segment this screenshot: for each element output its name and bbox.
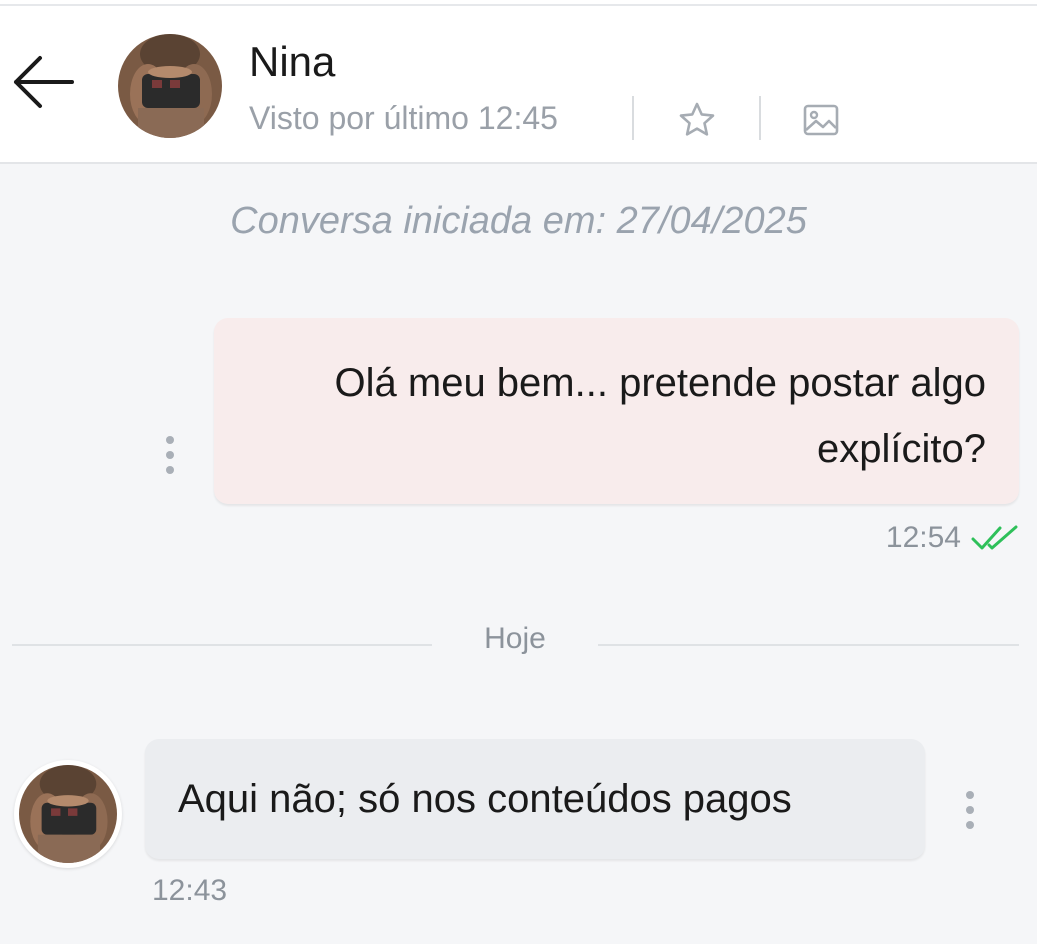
kebab-dot bbox=[966, 806, 974, 814]
favorite-button[interactable] bbox=[675, 98, 719, 142]
outgoing-message-bubble[interactable]: Olá meu bem... pretende postar algo expl… bbox=[214, 318, 1019, 504]
message-options-button[interactable] bbox=[955, 785, 985, 835]
incoming-message-bubble[interactable]: Aqui não; só nos conteúdos pagos bbox=[145, 739, 925, 859]
avatar-image bbox=[19, 765, 117, 863]
double-check-icon bbox=[971, 525, 1018, 550]
message-time: 12:43 bbox=[152, 874, 228, 907]
star-icon bbox=[679, 102, 715, 136]
outgoing-message-meta: 12:54 bbox=[886, 518, 1019, 558]
kebab-dot bbox=[966, 821, 974, 829]
day-separator-label: Hoje bbox=[484, 622, 546, 655]
chat-header: Nina Visto por último 12:45 bbox=[0, 6, 1037, 164]
message-options-button[interactable] bbox=[155, 430, 185, 480]
separator-line bbox=[12, 644, 432, 646]
header-divider bbox=[759, 96, 761, 140]
kebab-dot bbox=[166, 451, 174, 459]
kebab-dot bbox=[966, 791, 974, 799]
message-text: Aqui não; só nos conteúdos pagos bbox=[178, 776, 792, 821]
media-button[interactable] bbox=[799, 98, 843, 142]
separator-line bbox=[598, 644, 1019, 646]
contact-avatar[interactable] bbox=[118, 34, 222, 138]
message-time: 12:54 bbox=[885, 521, 961, 554]
conversation-start-label: Conversa iniciada em: 27/04/2025 bbox=[230, 200, 807, 242]
last-seen-status: Visto por último 12:45 bbox=[249, 100, 558, 136]
back-button[interactable] bbox=[8, 50, 78, 114]
arrow-left-icon bbox=[14, 56, 74, 108]
message-text: Olá meu bem... pretende postar algo expl… bbox=[334, 361, 986, 471]
sender-avatar[interactable] bbox=[14, 760, 122, 868]
kebab-dot bbox=[166, 466, 174, 474]
image-icon bbox=[803, 104, 839, 136]
kebab-dot bbox=[166, 436, 174, 444]
header-divider bbox=[632, 96, 634, 140]
day-separator: Hoje bbox=[12, 620, 1019, 666]
contact-name: Nina bbox=[249, 38, 336, 85]
